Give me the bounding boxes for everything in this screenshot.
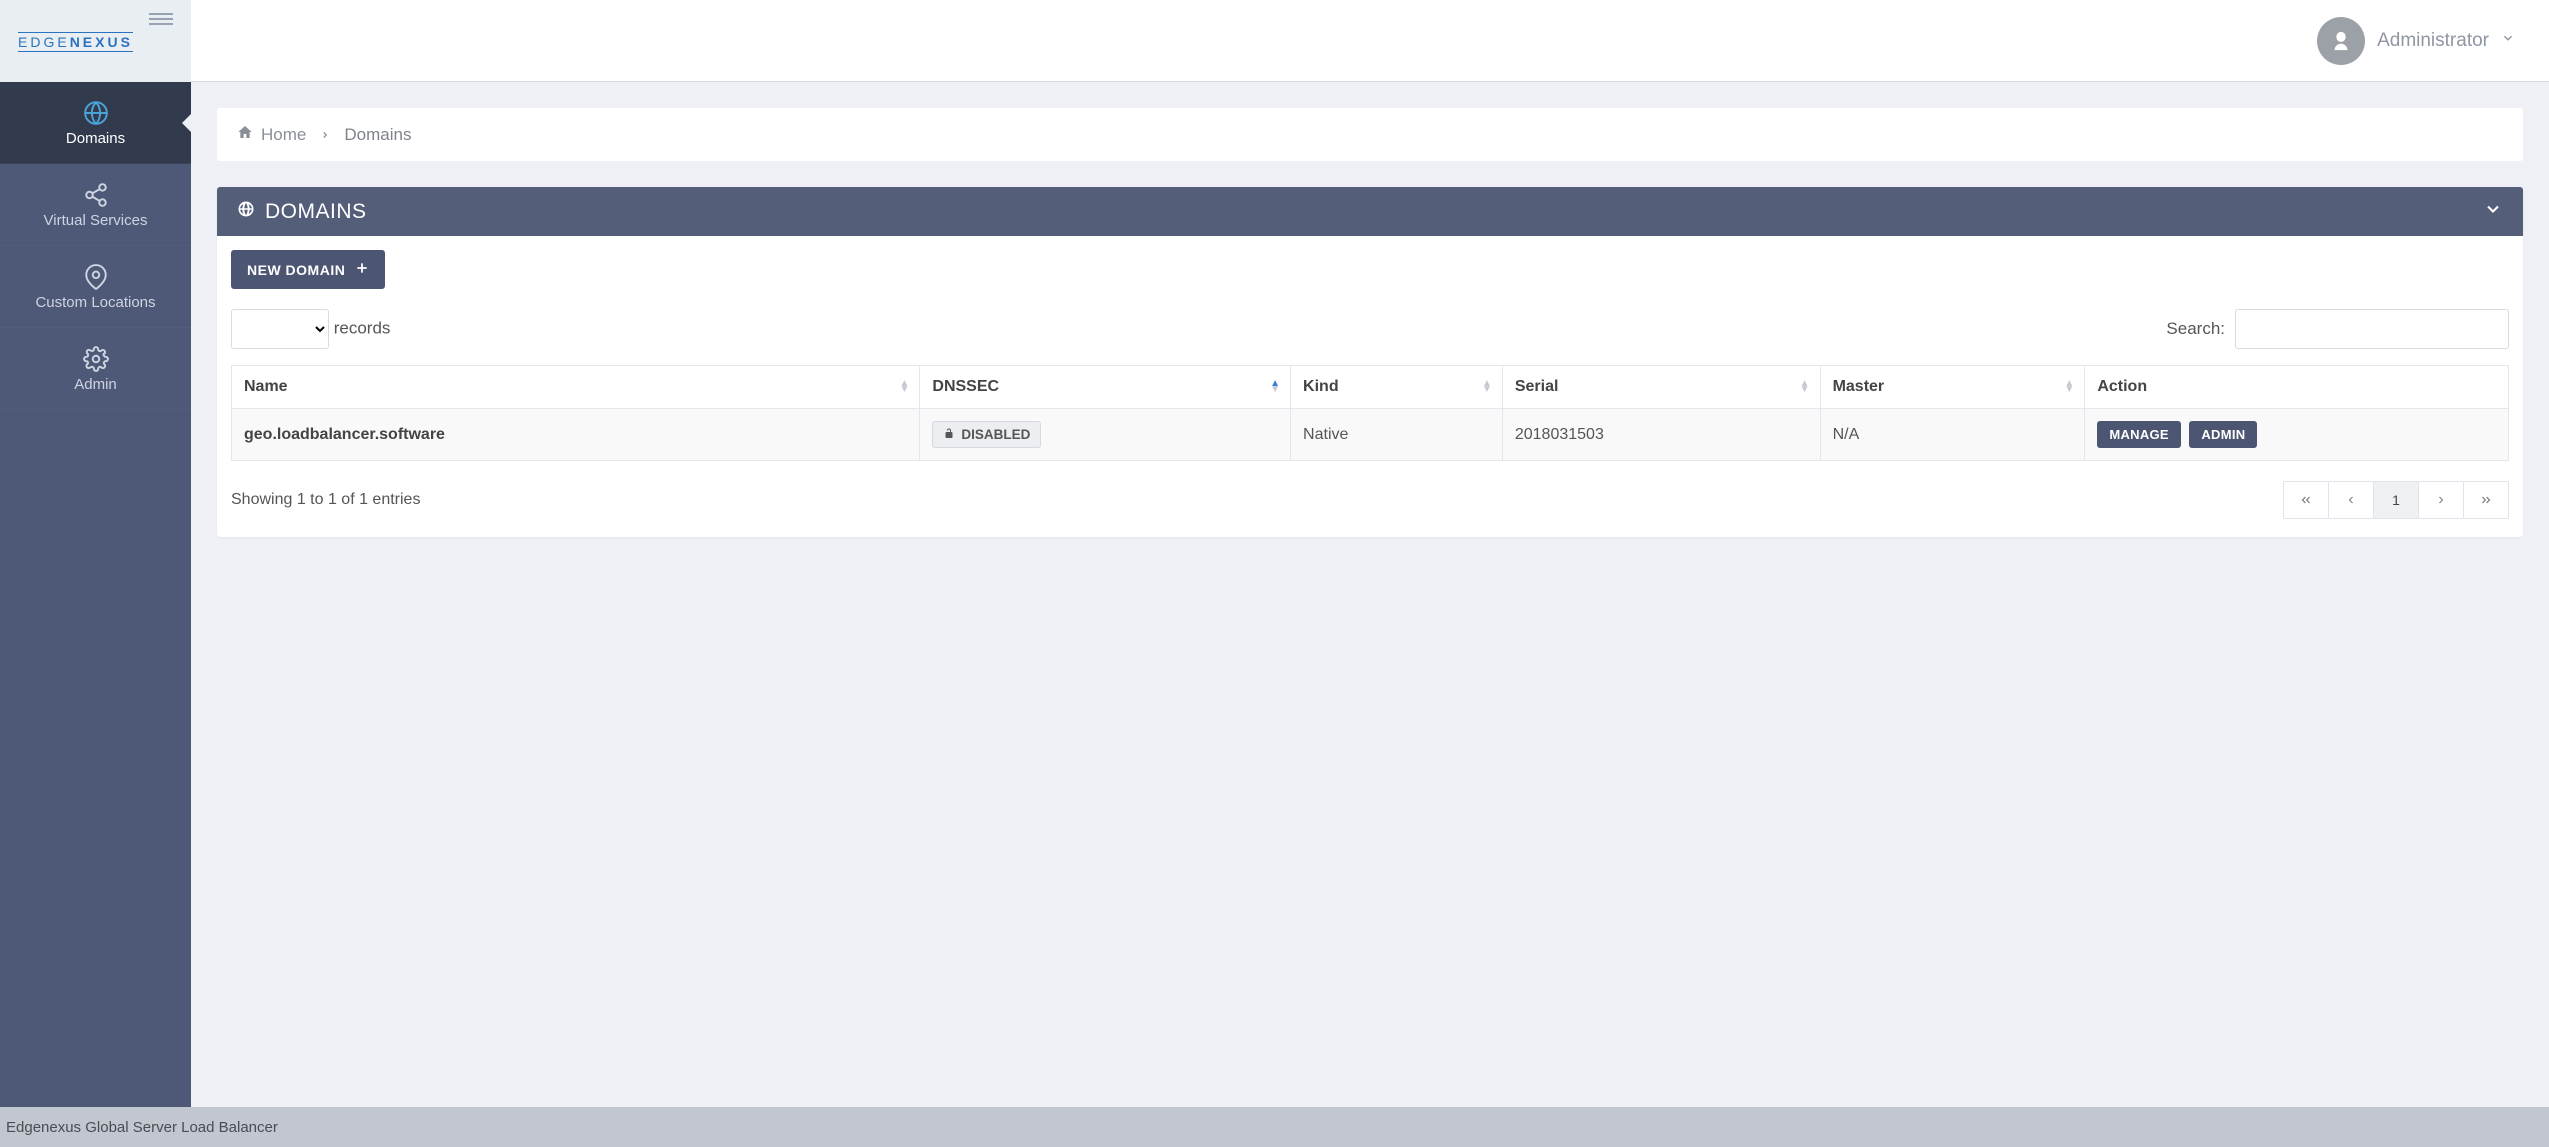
user-name: Administrator [2377, 30, 2489, 52]
chevron-right-icon [320, 125, 330, 145]
manage-button[interactable]: MANAGE [2097, 421, 2181, 448]
sidebar-nav: Domains Virtual Services [0, 82, 191, 410]
col-dnssec[interactable]: DNSSEC ▲▼ [920, 366, 1291, 409]
sidebar-item-label: Domains [66, 130, 125, 147]
admin-button[interactable]: ADMIN [2189, 421, 2257, 448]
panel-collapse-icon[interactable] [2483, 199, 2503, 224]
sidebar-item-label: Virtual Services [44, 212, 148, 229]
dnssec-badge: DISABLED [932, 421, 1041, 448]
col-serial[interactable]: Serial ▲▼ [1502, 366, 1820, 409]
footer: Edgenexus Global Server Load Balancer [0, 1107, 2549, 1147]
panel-title: DOMAINS [265, 200, 367, 224]
sidebar: EDGENEXUS Domains [0, 0, 191, 1107]
breadcrumb-home[interactable]: Home [237, 124, 306, 145]
sidebar-item-virtual-services[interactable]: Virtual Services [0, 164, 191, 246]
cell-name: geo.loadbalancer.software [232, 409, 920, 461]
sort-icon: ▲▼ [899, 381, 909, 393]
globe-icon [0, 100, 191, 124]
topbar: Administrator [191, 0, 2549, 82]
share-icon [0, 182, 191, 206]
sort-icon: ▲▼ [1270, 381, 1280, 393]
sort-icon: ▲▼ [1482, 381, 1492, 393]
breadcrumb: Home Domains [217, 108, 2523, 161]
col-master[interactable]: Master ▲▼ [1820, 366, 2085, 409]
panel-header: DOMAINS [217, 187, 2523, 236]
page-prev-button[interactable] [2328, 481, 2374, 519]
showing-text: Showing 1 to 1 of 1 entries [231, 491, 420, 509]
breadcrumb-current: Domains [344, 125, 411, 145]
col-name[interactable]: Name ▲▼ [232, 366, 920, 409]
brand-logo: EDGENEXUS [18, 32, 133, 52]
logo-area: EDGENEXUS [0, 0, 191, 82]
cell-serial: 2018031503 [1502, 409, 1820, 461]
table-row: geo.loadbalancer.software DISABLED [232, 409, 2509, 461]
home-icon [237, 124, 253, 145]
cell-kind: Native [1291, 409, 1503, 461]
plus-icon [355, 261, 369, 278]
hamburger-menu-icon[interactable] [149, 10, 173, 28]
avatar [2317, 17, 2365, 65]
domains-panel: DOMAINS NEW DOMAIN [217, 187, 2523, 537]
sort-icon: ▲▼ [1800, 381, 1810, 393]
search-input[interactable] [2235, 309, 2509, 349]
sidebar-item-custom-locations[interactable]: Custom Locations [0, 246, 191, 328]
unlock-icon [943, 427, 955, 442]
sidebar-item-admin[interactable]: Admin [0, 328, 191, 410]
pagination: 1 [2283, 481, 2509, 519]
new-domain-button[interactable]: NEW DOMAIN [231, 250, 385, 289]
map-pin-icon [0, 264, 191, 288]
gear-icon [0, 346, 191, 370]
user-menu[interactable]: Administrator [2317, 17, 2515, 65]
page-number-button[interactable]: 1 [2373, 481, 2419, 519]
globe-solid-icon [237, 200, 255, 224]
cell-master: N/A [1820, 409, 2085, 461]
records-per-page-select[interactable] [231, 309, 329, 349]
chevron-down-icon [2501, 31, 2515, 50]
search-label: Search: [2166, 319, 2225, 339]
sidebar-item-domains[interactable]: Domains [0, 82, 191, 164]
cell-dnssec: DISABLED [920, 409, 1291, 461]
cell-action: MANAGE ADMIN [2085, 409, 2509, 461]
col-action: Action [2085, 366, 2509, 409]
page-first-button[interactable] [2283, 481, 2329, 519]
domains-table: Name ▲▼ DNSSEC ▲▼ Kind ▲ [231, 365, 2509, 461]
sidebar-item-label: Admin [74, 376, 117, 393]
col-kind[interactable]: Kind ▲▼ [1291, 366, 1503, 409]
sort-icon: ▲▼ [2064, 381, 2074, 393]
records-label: records [334, 319, 391, 338]
page-next-button[interactable] [2418, 481, 2464, 519]
sidebar-item-label: Custom Locations [35, 294, 155, 311]
page-last-button[interactable] [2463, 481, 2509, 519]
footer-text: Edgenexus Global Server Load Balancer [6, 1119, 278, 1136]
